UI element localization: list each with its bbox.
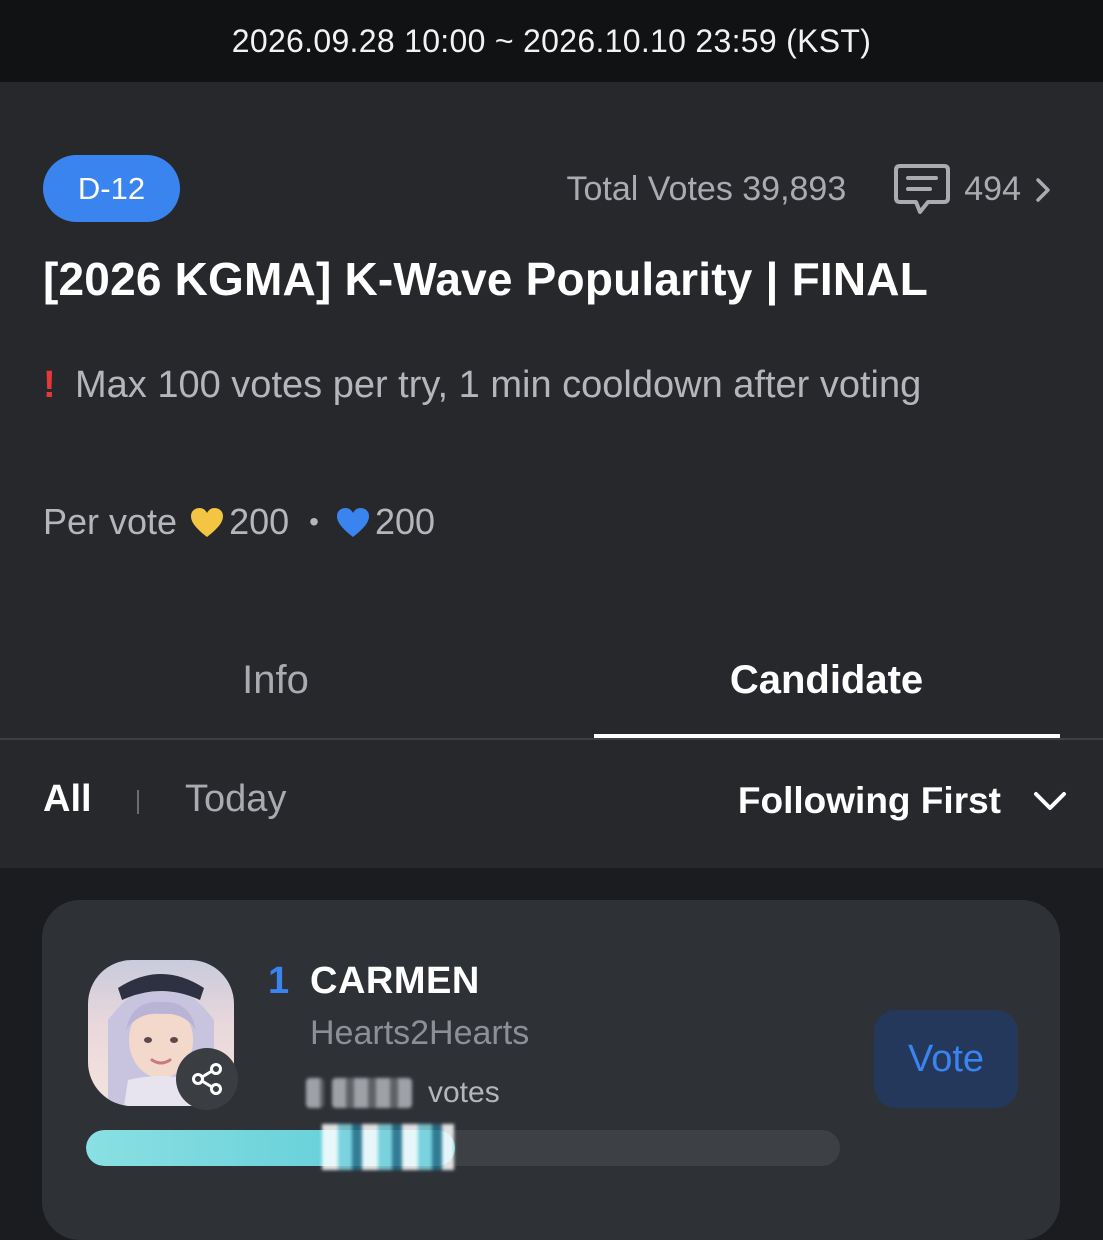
vote-notice: ! Max 100 votes per try, 1 min cooldown … [43, 354, 1003, 416]
filter-today[interactable]: Today [185, 778, 286, 821]
tab-divider [0, 738, 1103, 740]
candidate-card[interactable]: 1 CARMEN Hearts2Hearts votes Vote [42, 900, 1060, 1240]
voting-period-bar: 2026.09.28 10:00 ~ 2026.10.10 23:59 (KST… [0, 0, 1103, 82]
blurred-progress-label [322, 1124, 454, 1170]
blurred-vote-count [332, 1078, 412, 1108]
tab-bar: Info Candidate [0, 620, 1103, 740]
sort-dropdown[interactable]: Following First [738, 778, 1067, 824]
candidate-name: CARMEN [310, 960, 480, 1002]
vote-progress-bar [86, 1130, 840, 1166]
candidate-rank: 1 [268, 960, 290, 1002]
dday-badge: D-12 [43, 155, 180, 222]
votes-suffix: votes [428, 1076, 500, 1109]
comments-link[interactable]: 494 [858, 162, 1053, 218]
notice-text: Max 100 votes per try, 1 min cooldown af… [75, 364, 922, 406]
blue-heart-cost: 200 [374, 501, 436, 542]
chevron-down-icon [1034, 792, 1066, 810]
comment-count: 494 [964, 170, 1021, 208]
sort-label: Following First [737, 780, 1001, 821]
cost-separator: • [309, 506, 319, 537]
tab-candidate[interactable]: Candidate [551, 620, 1102, 740]
blurred-vote-count [306, 1078, 324, 1108]
filter-all[interactable]: All [43, 778, 92, 821]
chevron-right-icon [1036, 177, 1050, 202]
filter-divider [137, 790, 139, 814]
share-button[interactable] [176, 1048, 238, 1110]
gold-heart-cost: 200 [229, 501, 290, 542]
gold-heart-icon [191, 507, 224, 537]
total-votes: Total Votes 39,893 [566, 170, 847, 208]
per-vote-cost: Per vote 200 • 200 [43, 500, 435, 544]
exclamation-icon: ! [43, 364, 56, 406]
voting-period: 2026.09.28 10:00 ~ 2026.10.10 23:59 (KST… [231, 22, 872, 59]
tab-info[interactable]: Info [0, 620, 551, 740]
event-stats: Total Votes 39,893 494 [566, 162, 1053, 217]
per-vote-label: Per vote [43, 501, 178, 542]
event-title: [2026 KGMA] K-Wave Popularity | FINAL [43, 253, 929, 305]
blue-heart-icon [336, 507, 369, 537]
vote-button[interactable]: Vote [874, 1010, 1018, 1108]
share-icon [192, 1063, 222, 1095]
candidate-votes: votes [306, 1074, 500, 1112]
candidate-group: Hearts2Hearts [310, 1014, 530, 1052]
comment-icon [894, 163, 951, 214]
event-panel: D-12 Total Votes 39,893 494 [2026 KGMA] … [0, 82, 1103, 868]
